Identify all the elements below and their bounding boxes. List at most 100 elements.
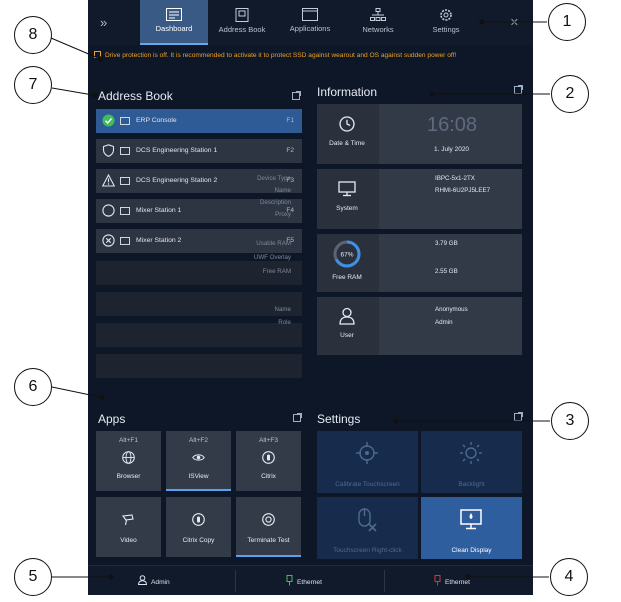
external-link-icon[interactable] bbox=[293, 413, 302, 422]
ram-percent-text: 67% bbox=[340, 252, 353, 259]
external-link-icon[interactable] bbox=[514, 412, 523, 421]
tab-dashboard-label: Dashboard bbox=[155, 24, 193, 33]
user-status[interactable]: Admin bbox=[137, 575, 170, 587]
entry-hotkey: F1 bbox=[286, 117, 294, 124]
external-link-icon[interactable] bbox=[514, 85, 523, 94]
kv-key: UWF Overlay bbox=[253, 254, 291, 261]
ethernet-error-icon bbox=[434, 575, 441, 586]
monitor-icon bbox=[120, 147, 130, 155]
app-tile-video[interactable]: Video bbox=[96, 497, 161, 557]
date-time-card: Date & Time 16:08 1. July 2020 bbox=[317, 104, 522, 164]
setting-calibrate-touchscreen[interactable]: Calibrate Touchscreen bbox=[317, 431, 418, 493]
entry-label: Mixer Station 1 bbox=[136, 207, 182, 214]
apps-title: Apps bbox=[98, 412, 126, 426]
setting-label: Touchscreen Right-click bbox=[333, 547, 402, 554]
address-book-entry[interactable]: ERP Console F1 bbox=[96, 109, 302, 133]
date-time-tile: Date & Time bbox=[317, 104, 377, 164]
callout-4: 4 bbox=[550, 558, 588, 596]
app-tile-isview[interactable]: Alt+F2 ISView bbox=[166, 431, 231, 491]
ethernet-ok-icon bbox=[286, 575, 293, 586]
kv-key: Name bbox=[274, 306, 291, 313]
user-values: Name Anonymous Role Admin bbox=[274, 297, 522, 355]
system-card: System Device Type IBPC-5x1-2TX Name RHMI-… bbox=[257, 169, 522, 229]
dashboard-icon bbox=[166, 8, 182, 21]
setting-backlight[interactable]: Backlight bbox=[421, 431, 522, 493]
tab-settings-label: Settings bbox=[432, 25, 460, 34]
setting-label: Backlight bbox=[458, 481, 485, 488]
user-card: User Name Anonymous Role Admin bbox=[274, 297, 522, 355]
setting-clean-display[interactable]: Clean Display bbox=[421, 497, 522, 559]
kv-key: Description bbox=[260, 199, 291, 206]
user-small-icon bbox=[137, 575, 148, 585]
ram-values: Usable RAM 3.79 GB UWF Overlay Free RAM 2.… bbox=[254, 234, 522, 292]
app-label: Terminate Test bbox=[247, 537, 290, 544]
system-tile: System bbox=[317, 169, 377, 229]
eye-icon bbox=[192, 454, 205, 461]
globe-icon bbox=[122, 451, 135, 464]
date-time-label: Date & Time bbox=[329, 140, 365, 147]
entry-label: DCS Engineering Station 1 bbox=[136, 147, 218, 154]
address-book-empty-slot bbox=[96, 354, 302, 378]
kv-key: Free RAM bbox=[262, 268, 291, 275]
callout-3: 3 bbox=[551, 402, 589, 440]
gear-icon bbox=[440, 9, 452, 21]
user-icon bbox=[339, 307, 355, 325]
callout-5: 5 bbox=[14, 558, 52, 596]
entry-label: DCS Engineering Station 2 bbox=[136, 177, 218, 184]
setting-label: Clean Display bbox=[451, 547, 492, 554]
top-navigation: » Dashboard Address Book Applications Ne… bbox=[88, 0, 533, 45]
app-tile-citrix[interactable]: Alt+F3 Citrix bbox=[236, 431, 301, 491]
status-divider bbox=[384, 570, 385, 592]
app-tile-citrix-copy[interactable]: Citrix Copy bbox=[166, 497, 231, 557]
system-label: System bbox=[336, 205, 358, 212]
clock-date: 1. July 2020 bbox=[434, 146, 470, 153]
ethernet-status-2[interactable]: Ethernet bbox=[434, 575, 470, 587]
bottom-status-bar: Admin Ethernet Ethernet bbox=[88, 565, 533, 595]
app-hotkey: Alt+F3 bbox=[259, 437, 278, 444]
applications-icon bbox=[302, 8, 318, 21]
address-book-icon bbox=[235, 8, 249, 22]
entry-hotkey: F2 bbox=[286, 147, 294, 154]
x-circle-icon bbox=[102, 234, 115, 247]
monitor-icon bbox=[120, 237, 130, 245]
address-book-entry[interactable]: DCS Engineering Station 1 F2 bbox=[96, 139, 302, 163]
citrix-copy-icon bbox=[192, 513, 205, 526]
networks-icon bbox=[370, 8, 386, 21]
external-link-icon[interactable] bbox=[292, 91, 301, 100]
tab-applications[interactable]: Applications bbox=[276, 0, 344, 45]
settings-title: Settings bbox=[317, 412, 361, 426]
kv-key: Name bbox=[274, 187, 291, 194]
app-tile-terminate-test[interactable]: Terminate Test bbox=[236, 497, 301, 557]
tab-address-book-label: Address Book bbox=[218, 25, 266, 34]
ram-card: 67% Free RAM Usable RAM 3.79 GB UWF Overl… bbox=[254, 234, 522, 292]
setting-touchscreen-right-click[interactable]: Touchscreen Right-click bbox=[317, 497, 418, 559]
user-tile: User bbox=[317, 297, 377, 355]
kv-value: 2.55 GB bbox=[435, 268, 458, 275]
camera-icon bbox=[122, 514, 134, 526]
kv-key: Device Type bbox=[257, 175, 291, 182]
user-label: User bbox=[340, 332, 354, 339]
ethernet-status-1[interactable]: Ethernet bbox=[286, 575, 322, 587]
app-hotkey: Alt+F2 bbox=[189, 437, 208, 444]
tab-dashboard[interactable]: Dashboard bbox=[140, 0, 208, 45]
check-circle-icon bbox=[102, 114, 115, 127]
app-label: Citrix bbox=[261, 473, 276, 480]
close-icon[interactable]: ✕ bbox=[510, 16, 519, 29]
kv-value: 3.79 GB bbox=[435, 240, 458, 247]
expand-menu-icon[interactable]: » bbox=[100, 14, 118, 32]
tab-settings[interactable]: Settings bbox=[412, 0, 480, 45]
kv-value: Admin bbox=[435, 319, 453, 326]
sun-icon bbox=[460, 442, 482, 464]
terminate-icon bbox=[262, 513, 275, 526]
information-title: Information bbox=[317, 85, 378, 99]
tab-applications-label: Applications bbox=[289, 24, 331, 33]
callout-1: 1 bbox=[548, 3, 586, 41]
citrix-icon bbox=[262, 451, 275, 464]
tab-address-book[interactable]: Address Book bbox=[208, 0, 276, 45]
system-values: Device Type IBPC-5x1-2TX Name RHMI-6U2PJ5L… bbox=[257, 169, 522, 229]
date-time-values: 16:08 1. July 2020 bbox=[379, 104, 522, 164]
warning-banner: Drive protection is off. It is recommend… bbox=[94, 51, 530, 65]
tab-networks[interactable]: Networks bbox=[344, 0, 412, 45]
shield-icon bbox=[102, 144, 115, 157]
app-tile-browser[interactable]: Alt+F1 Browser bbox=[96, 431, 161, 491]
